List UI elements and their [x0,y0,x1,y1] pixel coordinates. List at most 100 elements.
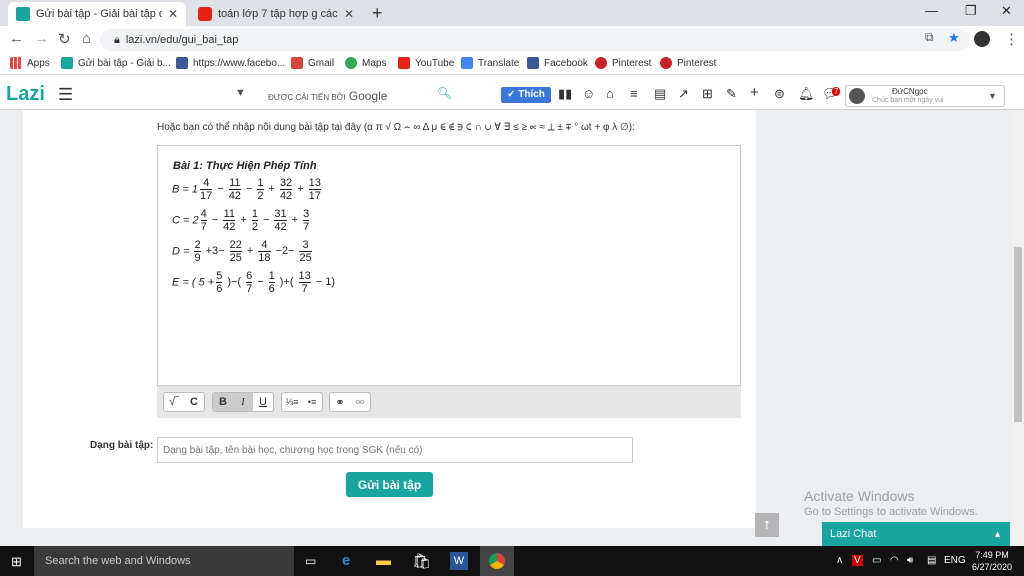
profile-avatar[interactable] [974,31,990,47]
bookmark-star-icon[interactable]: ★ [948,30,960,46]
italic-button[interactable]: I [233,393,253,411]
book-icon[interactable]: ▮▮ [558,86,572,102]
bookmark-lazi[interactable]: Gửi bài tập - Giải b... [61,57,171,69]
notification-center-icon[interactable]: ▤ [927,555,936,566]
bookmark-youtube[interactable]: YouTube [398,57,454,69]
unlink-icon[interactable]: ⚮ [350,393,370,411]
coin-icon[interactable]: ⊜ [774,86,785,102]
hamburger-menu-icon[interactable]: ☰ [58,85,73,105]
fraction: 11 42 [223,208,236,233]
restore-icon[interactable]: ❐ [965,3,977,19]
system-clock[interactable]: 7:49 PM 6/27/2020 [972,549,1012,573]
symbol-hint: Hoặc bạn có thể nhập nội dung bài tập tạ… [157,122,635,133]
bookmark-facebook-url[interactable]: https://www.facebo... [176,57,285,69]
chevron-up-icon: ▲ [993,529,1002,539]
battery-icon[interactable]: ▭ [872,555,881,566]
file-explorer-icon[interactable]: ▬ [376,552,391,569]
url-bar[interactable]: 🔒︎ lazi.vn/edu/gui_bai_tap [100,29,970,51]
tab-lazi[interactable]: Gửi bài tập - Giải bài tập online | ✕ [8,2,186,26]
facebook-icon [527,57,539,69]
tab-strip: Gửi bài tập - Giải bài tập online | ✕ to… [0,0,1024,26]
link-icon[interactable]: ⚭ [330,393,350,411]
new-tab-button[interactable]: + [372,3,383,24]
user-status: Chúc bạn một ngày vui [872,97,944,104]
gift-icon[interactable]: ⊞ [702,86,713,102]
close-window-icon[interactable]: ✕ [1001,3,1012,19]
equation-b: B = 1 4 17−11 42−1 2 +32 42 +13 17 [172,177,321,202]
volume-icon[interactable]: 🔊︎ [907,555,913,566]
underline-button[interactable]: U [253,393,273,411]
activate-windows-watermark: Activate Windows Go to Settings to activ… [804,488,978,518]
youtube-favicon-icon [198,7,212,21]
bookmark-maps[interactable]: Maps [345,57,386,69]
bookmark-facebook[interactable]: Facebook [527,57,588,69]
back-icon[interactable]: ← [9,30,24,47]
exercise-type-input[interactable] [157,437,633,463]
bookmark-apps[interactable]: Apps [10,57,50,69]
tab-title: toán lớp 7 tập hợp g các số hữu [218,8,338,20]
bell-icon[interactable]: 🔔︎ [798,86,815,102]
sqrt-button[interactable]: √‾ [164,393,184,411]
task-view-icon[interactable]: ▭ [305,554,316,568]
pencil-icon[interactable]: ✎ [726,86,737,102]
exercise-heading: Bài 1: Thực Hiện Phép Tính [173,160,317,172]
format-tool-group: B I U [212,392,274,412]
dropdown-caret-icon[interactable]: ▼ [235,87,246,99]
lazi-chat-bar[interactable]: Lazi Chat ▲ [822,522,1010,546]
translate-page-icon[interactable]: ⧉ [925,30,934,45]
google-search-box[interactable]: ĐƯỢC CẢI TIẾN BỞI Google [268,89,387,103]
page-scrollbar[interactable] [1012,110,1024,546]
ordered-list-button[interactable]: ⅓≡ [282,393,302,411]
fraction: 12 [251,208,258,233]
lock-icon: 🔒︎ [114,34,120,46]
document-icon[interactable]: ▤ [654,86,666,102]
fraction: 3 25 [299,239,312,264]
antivirus-icon[interactable]: V [852,555,863,566]
fraction: 16 [268,270,275,295]
equation-e: E = ( 5 +5 6)−(6 7−1 6)+(13 7− 1) [172,270,336,295]
wifi-icon[interactable]: ◠ [890,555,899,566]
chevron-up-icon[interactable]: ∧ [836,555,843,566]
reload-icon[interactable]: ↻ [58,30,71,48]
search-icon[interactable]: 🔍︎ [437,86,452,100]
fraction: 11 42 [228,177,241,202]
apps-grid-icon [10,57,22,69]
chart-icon[interactable]: ↗ [678,86,689,102]
bookmark-translate[interactable]: Translate [461,57,519,69]
taskbar-search[interactable]: Search the web and Windows [34,546,294,576]
close-tab-icon[interactable]: ✕ [168,7,178,21]
user-menu[interactable]: ĐứCNgọc Chúc bạn một ngày vui ▼ [845,85,1005,107]
like-button[interactable]: ✓ Thích [501,87,551,103]
fraction: 4 18 [258,239,271,264]
word-icon[interactable]: W [450,552,468,570]
bookmark-pinterest-1[interactable]: Pinterest [595,57,651,69]
smiley-icon[interactable]: ☺ [582,86,595,101]
tab-youtube[interactable]: toán lớp 7 tập hợp g các số hữu ✕ [190,2,362,26]
list-icon[interactable]: ≡ [630,86,638,101]
close-tab-icon[interactable]: ✕ [344,7,354,21]
fraction: 12 [257,177,264,202]
minimize-icon[interactable]: — [925,3,938,18]
bold-button[interactable]: B [213,393,233,411]
site-logo[interactable]: Lazi [6,83,45,106]
edge-icon[interactable]: e [342,552,350,569]
forward-icon[interactable]: → [34,30,49,47]
windows-start-icon[interactable]: ⊞ [11,554,22,570]
store-icon[interactable]: ⌂ [606,86,614,101]
bullet-list-button[interactable]: •≡ [302,393,322,411]
store-icon[interactable]: 🛍︎ [412,552,431,570]
bookmark-pinterest-2[interactable]: Pinterest [660,57,716,69]
language-indicator[interactable]: ENG [944,555,966,566]
scroll-to-top-button[interactable]: ⭡ [755,513,779,537]
home-icon[interactable]: ⌂ [82,30,91,47]
menu-kebab-icon[interactable]: ⋮ [1004,30,1019,48]
bookmark-gmail[interactable]: Gmail [291,57,334,69]
avatar [849,88,865,104]
scrollbar-thumb[interactable] [1014,247,1022,422]
plus-icon[interactable]: + [750,84,759,101]
chrome-taskbar-item[interactable] [480,546,514,576]
fraction: 56 [216,270,223,295]
c-button[interactable]: C [184,393,204,411]
submit-exercise-button[interactable]: Gửi bài tập [346,472,433,497]
fraction: 37 [303,208,310,233]
